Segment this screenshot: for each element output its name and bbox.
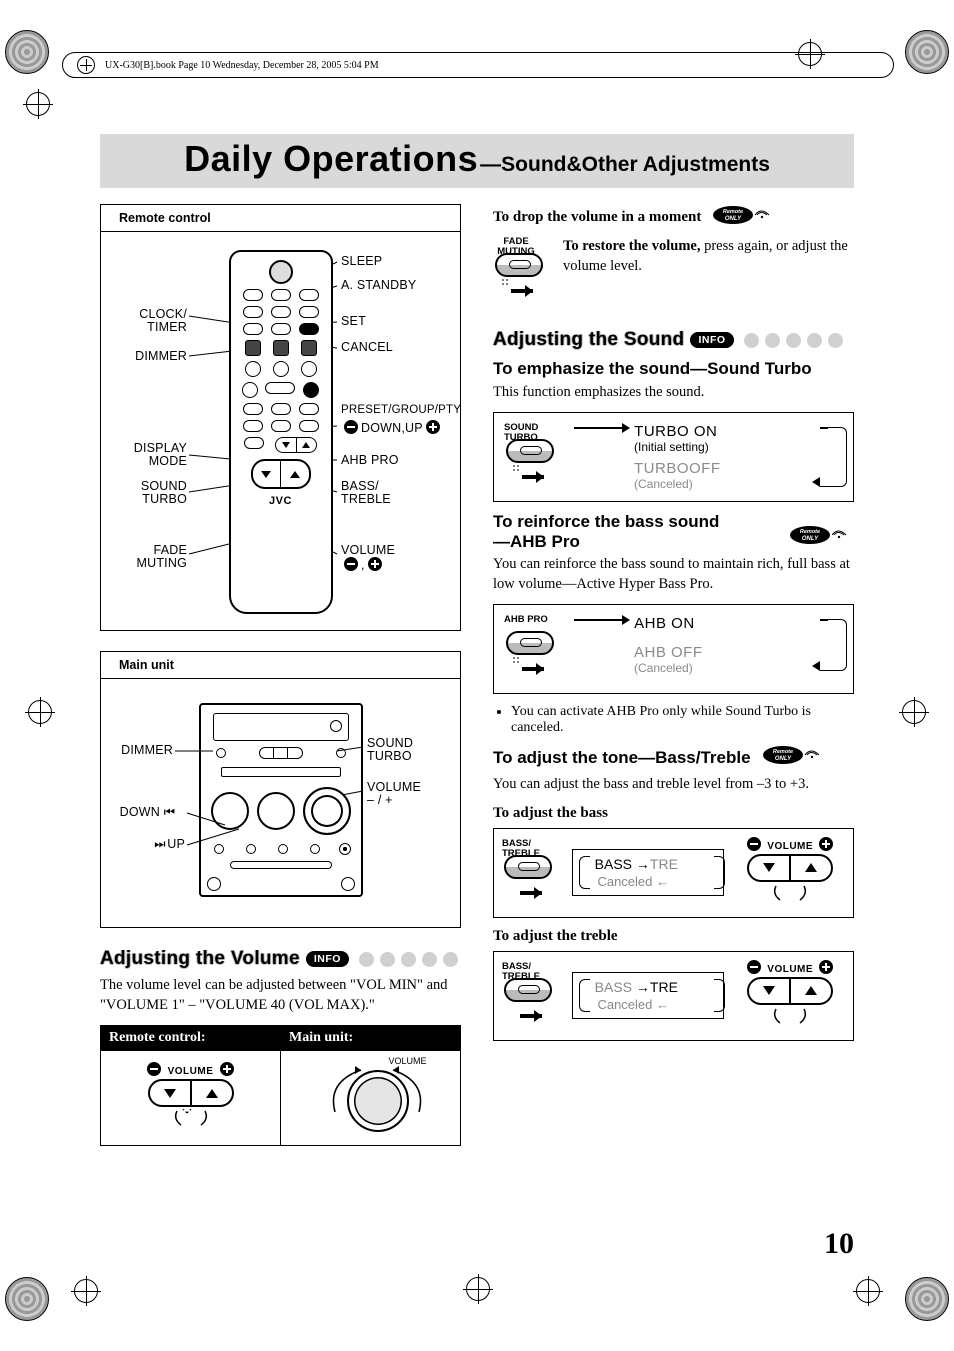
main-unit-icon [199, 703, 363, 897]
page-number: 10 [824, 1227, 854, 1261]
info-badge: INFO [306, 951, 349, 967]
crosshair-icon [902, 700, 926, 724]
subsection-heading: To reinforce the bass sound —AHB Pro [493, 512, 778, 551]
panel-heading: Main unit [101, 652, 460, 679]
dot-row-icon [744, 333, 843, 348]
minus-icon [147, 1062, 161, 1076]
bass-adjust-diagram: BASS/ TREBLE BASS →TRE Canceled ← VOLUME [493, 828, 854, 918]
minus-icon [747, 960, 761, 974]
drop-volume-heading: To drop the volume in a moment RemoteONL… [493, 204, 854, 231]
section-title: Adjusting the Volume [100, 948, 300, 970]
state-sublabel: (Canceled) [634, 477, 813, 491]
remote-only-badge: RemoteONLY [761, 744, 827, 771]
volume-rocker-icon: VOLUME [144, 1062, 236, 1134]
note-list: You can activate AHB Pro only while Soun… [493, 704, 854, 736]
sub-heading: To adjust the treble [493, 928, 854, 945]
body-text: The volume level can be adjusted between… [100, 976, 461, 1015]
sub-heading: To adjust the bass [493, 805, 854, 822]
arrow-right-icon [574, 615, 630, 625]
volume-knob-icon: VOLUME [311, 1056, 431, 1136]
state-sublabel: (Canceled) [634, 661, 813, 675]
left-column: Remote control CLOCK/ TIMER DIMMER DISPL… [100, 204, 461, 1231]
state-label: AHB OFF [634, 644, 813, 661]
body-text: To restore the volume, [563, 238, 700, 254]
state-label: TURBOOFF [634, 460, 813, 477]
svg-text:Remote: Remote [723, 209, 743, 215]
drop-volume-block: FADE MUTING To restore the volume, press… [493, 237, 854, 305]
state-sublabel: (Initial setting) [634, 440, 813, 454]
crosshair-icon [466, 1277, 490, 1301]
remote-only-badge: RemoteONLY [788, 524, 854, 551]
section-heading-sound: Adjusting the Sound INFO [493, 329, 854, 351]
page-subtitle: —Sound&Other Adjustments [480, 153, 770, 177]
svg-text:Remote: Remote [772, 749, 792, 755]
section-heading-volume: Adjusting the Volume INFO [100, 948, 461, 970]
doc-trace-text: UX-G30[B].book Page 10 Wednesday, Decemb… [105, 60, 379, 71]
loop-arrow-icon [820, 427, 847, 487]
right-column: To drop the volume in a moment RemoteONL… [493, 204, 854, 1231]
content-columns: Remote control CLOCK/ TIMER DIMMER DISPL… [100, 204, 854, 1231]
doc-header-trace: UX-G30[B].book Page 10 Wednesday, Decemb… [62, 52, 894, 78]
ahb-pro-diagram: AHB PRO AHB ON AHB OFF (Canceled) [493, 604, 854, 694]
body-text: You can adjust the bass and treble level… [493, 775, 854, 795]
page-title-bar: Daily Operations —Sound&Other Adjustment… [100, 134, 854, 188]
subsection-heading: To adjust the tone—Bass/Treble [493, 748, 751, 768]
treble-adjust-diagram: BASS/ TREBLE BASS →TRE Canceled ← VOLUME [493, 951, 854, 1041]
reg-mark-icon [905, 30, 949, 74]
volume-rocker-icon: VOLUME [744, 960, 836, 1032]
main-unit-illustration: DIMMER DOWN ⏮ ⏭ UP SOUND TURBO VOLUME – … [101, 679, 460, 927]
table-header: Main unit: [281, 1026, 461, 1051]
table-cell: VOLUME [281, 1051, 461, 1146]
crosshair-icon [74, 1279, 98, 1303]
remote-control-panel: Remote control CLOCK/ TIMER DIMMER DISPL… [100, 204, 461, 631]
panel-heading: Remote control [101, 205, 460, 232]
ahb-pro-button-icon: AHB PRO [504, 615, 564, 683]
reg-mark-icon [5, 30, 49, 74]
svg-text:ONLY: ONLY [802, 536, 819, 542]
table-header: Remote control: [101, 1026, 281, 1051]
arrow-right-icon [574, 423, 630, 433]
remote-only-badge: RemoteONLY [711, 204, 777, 231]
note-text: You can activate AHB Pro only while Soun… [511, 704, 854, 736]
volume-controls-table: Remote control: Main unit: VOLUME VOLUME [100, 1025, 461, 1146]
body-text: This function emphasizes the sound. [493, 383, 854, 403]
main-unit-panel: Main unit DIMMER DOWN ⏮ ⏭ UP SOUND TURBO… [100, 651, 461, 928]
sound-turbo-button-icon: SOUND TURBO [504, 423, 564, 491]
svg-text:Remote: Remote [800, 529, 820, 535]
crosshair-icon [77, 56, 95, 74]
page: UX-G30[B].book Page 10 Wednesday, Decemb… [0, 0, 954, 1351]
section-title: Adjusting the Sound [493, 329, 684, 351]
state-label: TURBO ON [634, 423, 717, 440]
reg-mark-icon [905, 1277, 949, 1321]
table-cell: VOLUME [101, 1051, 281, 1146]
remote-icon: JVC [229, 250, 333, 614]
bass-treble-state: BASS →TRE Canceled ← [572, 972, 724, 1019]
plus-icon [819, 837, 833, 851]
fade-muting-button-icon: FADE MUTING [493, 237, 553, 305]
jvc-logo: JVC [231, 495, 331, 507]
reg-mark-icon [5, 1277, 49, 1321]
plus-icon [819, 960, 833, 974]
info-badge: INFO [690, 332, 733, 348]
bass-treble-state: BASS →TRE Canceled ← [572, 849, 724, 896]
state-label: AHB ON [634, 615, 695, 632]
crosshair-icon [28, 700, 52, 724]
bass-treble-button-icon: BASS/ TREBLE [502, 839, 562, 907]
body-text: You can reinforce the bass sound to main… [493, 555, 854, 594]
crosshair-icon [856, 1279, 880, 1303]
loop-arrow-icon [820, 619, 847, 671]
heading-text: To drop the volume in a moment [493, 209, 701, 226]
remote-illustration: CLOCK/ TIMER DIMMER DISPLAY MODE SOUND T… [101, 232, 460, 630]
svg-text:ONLY: ONLY [774, 756, 791, 762]
dot-row-icon [359, 952, 458, 967]
crosshair-icon [26, 92, 50, 116]
volume-rocker-icon: VOLUME [744, 837, 836, 909]
subsection-heading: To emphasize the sound—Sound Turbo [493, 359, 854, 379]
svg-text:ONLY: ONLY [725, 216, 742, 222]
minus-icon [747, 837, 761, 851]
plus-icon [220, 1062, 234, 1076]
sound-turbo-diagram: SOUND TURBO TURBO ON (Initial setting) T… [493, 412, 854, 502]
bass-treble-button-icon: BASS/ TREBLE [502, 962, 562, 1030]
page-title: Daily Operations [184, 138, 478, 180]
